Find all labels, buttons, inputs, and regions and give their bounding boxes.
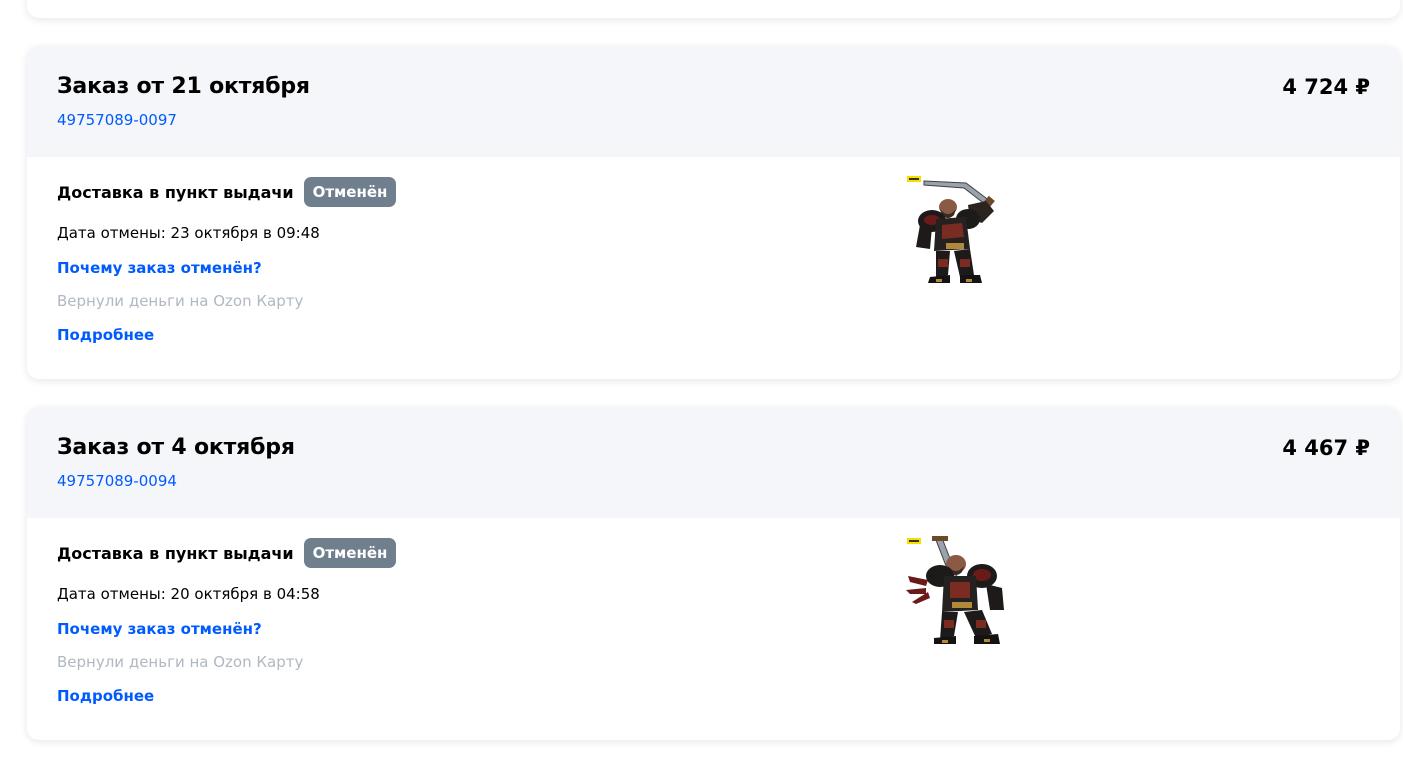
order-price: 4 467 ₽ — [1282, 436, 1370, 460]
delivery-type: Доставка в пункт выдачи — [57, 543, 294, 563]
order-price: 4 724 ₽ — [1282, 75, 1370, 99]
details-link[interactable]: Подробнее — [57, 687, 154, 705]
orders-page: Заказ от 21 октября 49757089-0097 4 724 … — [0, 0, 1403, 763]
order-card: Заказ от 4 октября 49757089-0094 4 467 ₽… — [27, 407, 1400, 740]
order-number-link[interactable]: 49757089-0094 — [57, 472, 177, 490]
order-header: Заказ от 4 октября 49757089-0094 4 467 ₽ — [27, 407, 1400, 518]
status-badge: Отменён — [303, 538, 397, 568]
order-number-link[interactable]: 49757089-0097 — [57, 111, 177, 129]
product-image — [906, 536, 1004, 644]
product-image-link[interactable] — [906, 536, 1011, 646]
status-badge: Отменён — [303, 177, 397, 207]
cancel-date: Дата отмены: 20 октября в 04:58 — [57, 585, 320, 603]
previous-order-card — [27, 0, 1400, 18]
delivery-row: Доставка в пункт выдачи Отменён — [57, 538, 397, 568]
order-header: Заказ от 21 октября 49757089-0097 4 724 … — [27, 46, 1400, 157]
why-cancelled-link[interactable]: Почему заказ отменён? — [57, 620, 262, 638]
delivery-row: Доставка в пункт выдачи Отменён — [57, 177, 397, 207]
details-link[interactable]: Подробнее — [57, 326, 154, 344]
order-title: Заказ от 21 октября — [57, 74, 310, 99]
why-cancelled-link[interactable]: Почему заказ отменён? — [57, 259, 262, 277]
cancel-date: Дата отмены: 23 октября в 09:48 — [57, 224, 320, 242]
product-image-link[interactable] — [906, 175, 1011, 285]
product-image — [907, 176, 995, 283]
refund-note: Вернули деньги на Ozon Карту — [57, 653, 304, 671]
refund-note: Вернули деньги на Ozon Карту — [57, 292, 304, 310]
delivery-type: Доставка в пункт выдачи — [57, 182, 294, 202]
order-card: Заказ от 21 октября 49757089-0097 4 724 … — [27, 46, 1400, 379]
order-body: Доставка в пункт выдачи Отменён Дата отм… — [27, 157, 1400, 379]
order-body: Доставка в пункт выдачи Отменён Дата отм… — [27, 518, 1400, 740]
order-title: Заказ от 4 октября — [57, 435, 295, 460]
